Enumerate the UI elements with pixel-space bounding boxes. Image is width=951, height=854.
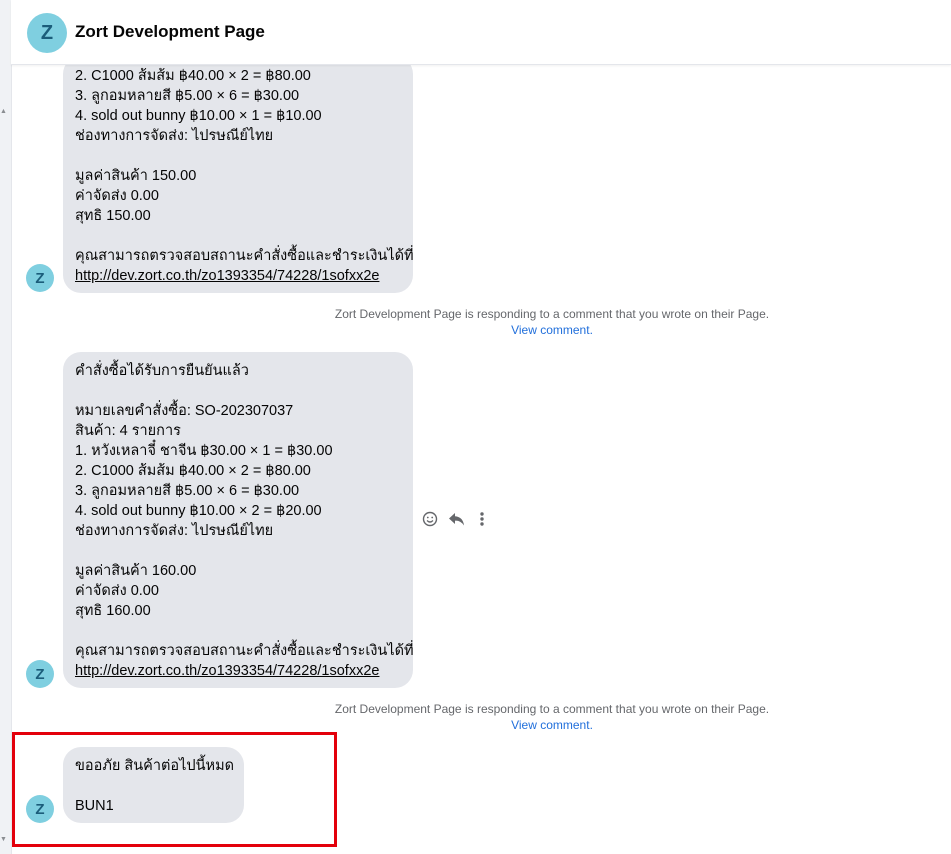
message-bubble[interactable]: คำสั่งซื้อได้รับการยืนยันแล้ว หมายเลขคำส… — [63, 352, 414, 688]
page-avatar[interactable]: Z — [27, 13, 67, 53]
more-vertical-icon[interactable] — [473, 510, 491, 528]
message-line: 2. C1000 ส้มส้ม ฿40.00 × 2 = ฿80.00 — [75, 463, 311, 479]
left-scroll-strip[interactable]: ▲ ▼ — [0, 0, 12, 854]
message-line: 2. C1000 ส้มส้ม ฿40.00 × 2 = ฿80.00 — [75, 68, 311, 84]
message-line: คุณสามารถตรวจสอบสถานะคำสั่งซื้อและชำระเง… — [75, 248, 414, 264]
message-line: ค่าจัดส่ง 0.00 — [75, 583, 159, 599]
page-title[interactable]: Zort Development Page — [75, 22, 265, 42]
message-line: มูลค่าสินค้า 160.00 — [75, 563, 197, 579]
sender-avatar[interactable]: Z — [26, 660, 54, 688]
message-line: 3. ลูกอมหลายสี ฿5.00 × 6 = ฿30.00 — [75, 483, 300, 499]
highlight-box — [12, 732, 337, 847]
notice-text: Zort Development Page is responding to a… — [334, 702, 770, 716]
scroll-up-icon[interactable]: ▲ — [0, 108, 7, 115]
message-bubble[interactable]: 2. C1000 ส้มส้ม ฿40.00 × 2 = ฿80.00 3. ล… — [63, 56, 414, 293]
message-line: หมายเลขคำสั่งซื้อ: SO-202307037 — [75, 403, 294, 419]
reply-icon[interactable] — [447, 510, 465, 528]
message-line: มูลค่าสินค้า 150.00 — [75, 168, 197, 184]
order-status-link[interactable]: http://dev.zort.co.th/zo1393354/74228/1s… — [75, 661, 401, 681]
message-line: ช่องทางการจัดส่ง: ไปรษณีย์ไทย — [75, 128, 274, 144]
view-comment-link[interactable]: View comment. — [232, 322, 872, 338]
chat-header: Z Zort Development Page — [11, 0, 951, 65]
message-line: ค่าจัดส่ง 0.00 — [75, 188, 159, 204]
message-line — [75, 381, 401, 401]
message-line: 3. ลูกอมหลายสี ฿5.00 × 6 = ฿30.00 — [75, 88, 300, 104]
notice-text: Zort Development Page is responding to a… — [334, 307, 770, 321]
message-line: สุทธิ 160.00 — [75, 603, 151, 619]
comment-notice: Zort Development Page is responding to a… — [232, 306, 872, 338]
message-1-lines: 2. C1000 ส้มส้ม ฿40.00 × 2 = ฿80.00 3. ล… — [75, 66, 414, 286]
sender-avatar[interactable]: Z — [26, 264, 54, 292]
message-line — [75, 541, 401, 561]
comment-notice: Zort Development Page is responding to a… — [232, 701, 872, 733]
message-line — [75, 226, 401, 246]
emoji-icon[interactable] — [421, 510, 439, 528]
message-line: 1. หวังเหลาจี๋ ชาจีน ฿30.00 × 1 = ฿30.00 — [75, 443, 333, 459]
message-actions — [421, 510, 491, 528]
order-status-link[interactable]: http://dev.zort.co.th/zo1393354/74228/1s… — [75, 266, 401, 286]
message-line: สุทธิ 150.00 — [75, 208, 151, 224]
message-line: คำสั่งซื้อได้รับการยืนยันแล้ว — [75, 363, 249, 379]
scroll-down-icon[interactable]: ▼ — [0, 836, 7, 843]
message-line: สินค้า: 4 รายการ — [75, 423, 181, 439]
message-line — [75, 146, 401, 166]
message-line: 4. sold out bunny ฿10.00 × 1 = ฿10.00 — [75, 108, 322, 124]
message-line: ช่องทางการจัดส่ง: ไปรษณีย์ไทย — [75, 523, 274, 539]
message-line: คุณสามารถตรวจสอบสถานะคำสั่งซื้อและชำระเง… — [75, 643, 414, 659]
view-comment-link[interactable]: View comment. — [232, 717, 872, 733]
message-line — [75, 621, 401, 641]
message-line: 4. sold out bunny ฿10.00 × 2 = ฿20.00 — [75, 503, 322, 519]
